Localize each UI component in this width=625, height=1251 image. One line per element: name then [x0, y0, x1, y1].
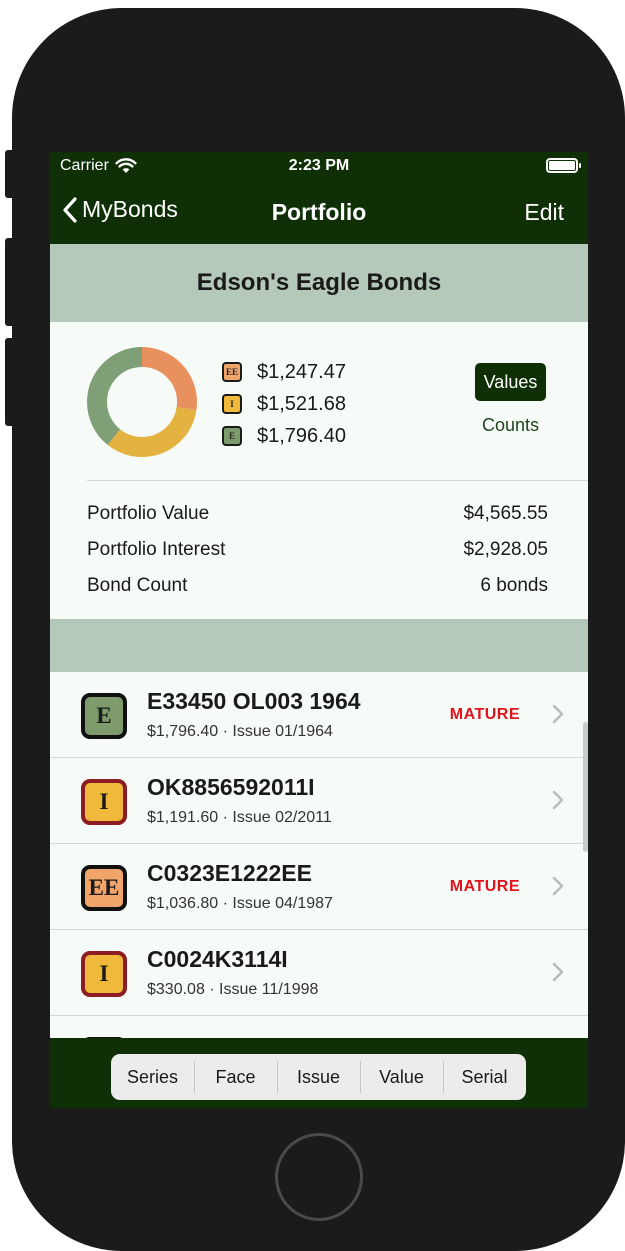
battery-icon: [546, 158, 581, 173]
legend-value: $1,247.47: [257, 360, 346, 383]
counts-toggle-button[interactable]: Counts: [475, 410, 546, 440]
stat-row-interest: Portfolio Interest $2,928.05: [87, 532, 548, 568]
i-series-icon: I: [81, 779, 127, 825]
stat-value: 6 bonds: [480, 575, 548, 596]
values-toggle-button[interactable]: Values: [475, 363, 546, 401]
i-series-icon: I: [81, 951, 127, 997]
chart-legend: EE $1,247.47 I $1,521.68 E $1,796.40: [222, 356, 346, 452]
navigation-bar: MyBonds Portfolio Edit: [50, 192, 588, 232]
mature-badge: MATURE: [449, 706, 520, 723]
stat-label: Portfolio Value: [87, 503, 210, 524]
bond-row[interactable]: I C0024K3114I $330.08 · Issue 11/1998: [50, 930, 588, 1016]
bond-serial: C0024K3114I: [147, 946, 288, 972]
chevron-right-icon: [552, 962, 564, 982]
bond-row[interactable]: EE C0323E1222EE $1,036.80 · Issue 04/198…: [50, 844, 588, 930]
sort-toolbar: Series Face Issue Value Serial: [50, 1038, 588, 1108]
chevron-right-icon: [552, 704, 564, 724]
status-bar: Carrier 2:23 PM: [50, 152, 588, 180]
divider: [87, 480, 588, 481]
bond-detail: $330.08 · Issue 11/1998: [147, 981, 319, 998]
screen: Carrier 2:23 PM MyBonds Portfolio Edit E…: [50, 152, 588, 1108]
section-band: [50, 619, 588, 672]
chevron-right-icon: [552, 790, 564, 810]
portfolio-name: Edson's Eagle Bonds: [196, 269, 442, 296]
portfolio-stats: Portfolio Value $4,565.55 Portfolio Inte…: [87, 496, 548, 604]
status-time: 2:23 PM: [288, 157, 350, 174]
stat-row-value: Portfolio Value $4,565.55: [87, 496, 548, 532]
bond-detail: $1,036.80 · Issue 04/1987: [147, 895, 333, 912]
stat-label: Portfolio Interest: [87, 539, 226, 560]
edit-button[interactable]: Edit: [524, 199, 564, 226]
bond-serial: E33450 OL003 1964: [147, 688, 361, 714]
legend-item-ee: EE $1,247.47: [222, 356, 346, 388]
sort-value-segment[interactable]: Value: [360, 1060, 443, 1093]
stat-value: $2,928.05: [463, 539, 548, 560]
series-donut-chart: [87, 347, 197, 457]
scrollbar[interactable]: [583, 722, 588, 852]
chevron-right-icon: [552, 876, 564, 896]
stat-label: Bond Count: [87, 575, 188, 596]
ee-series-icon: EE: [222, 362, 242, 382]
bond-detail: $1,191.60 · Issue 02/2011: [147, 809, 332, 826]
sort-segmented-control: Series Face Issue Value Serial: [111, 1054, 526, 1100]
top-bar: Carrier 2:23 PM MyBonds Portfolio Edit: [50, 152, 588, 244]
home-button[interactable]: [275, 1133, 363, 1221]
sort-series-segment[interactable]: Series: [111, 1067, 194, 1088]
ee-series-icon: EE: [81, 865, 127, 911]
portfolio-header: Edson's Eagle Bonds: [50, 244, 588, 322]
i-series-icon: I: [222, 394, 242, 414]
stat-value: $4,565.55: [463, 503, 548, 524]
e-series-icon: E: [222, 426, 242, 446]
legend-item-i: I $1,521.68: [222, 388, 346, 420]
bond-serial: OK8856592011I: [147, 774, 315, 800]
legend-value: $1,796.40: [257, 424, 346, 447]
portfolio-summary: EE $1,247.47 I $1,521.68 E $1,796.40 Val…: [50, 322, 588, 620]
stat-row-count: Bond Count 6 bonds: [87, 568, 548, 604]
legend-value: $1,521.68: [257, 392, 346, 415]
sort-serial-segment[interactable]: Serial: [443, 1060, 526, 1093]
bond-detail: $1,796.40 · Issue 01/1964: [147, 723, 333, 740]
legend-item-e: E $1,796.40: [222, 420, 346, 452]
bond-row[interactable]: E E33450 OL003 1964 $1,796.40 · Issue 01…: [50, 672, 588, 758]
sort-face-segment[interactable]: Face: [194, 1060, 277, 1093]
bond-serial: C0323E1222EE: [147, 860, 312, 886]
sort-issue-segment[interactable]: Issue: [277, 1060, 360, 1093]
page-title: Portfolio: [271, 199, 367, 225]
e-series-icon: E: [81, 693, 127, 739]
bond-row[interactable]: I OK8856592011I $1,191.60 · Issue 02/201…: [50, 758, 588, 844]
mature-badge: MATURE: [449, 878, 520, 895]
